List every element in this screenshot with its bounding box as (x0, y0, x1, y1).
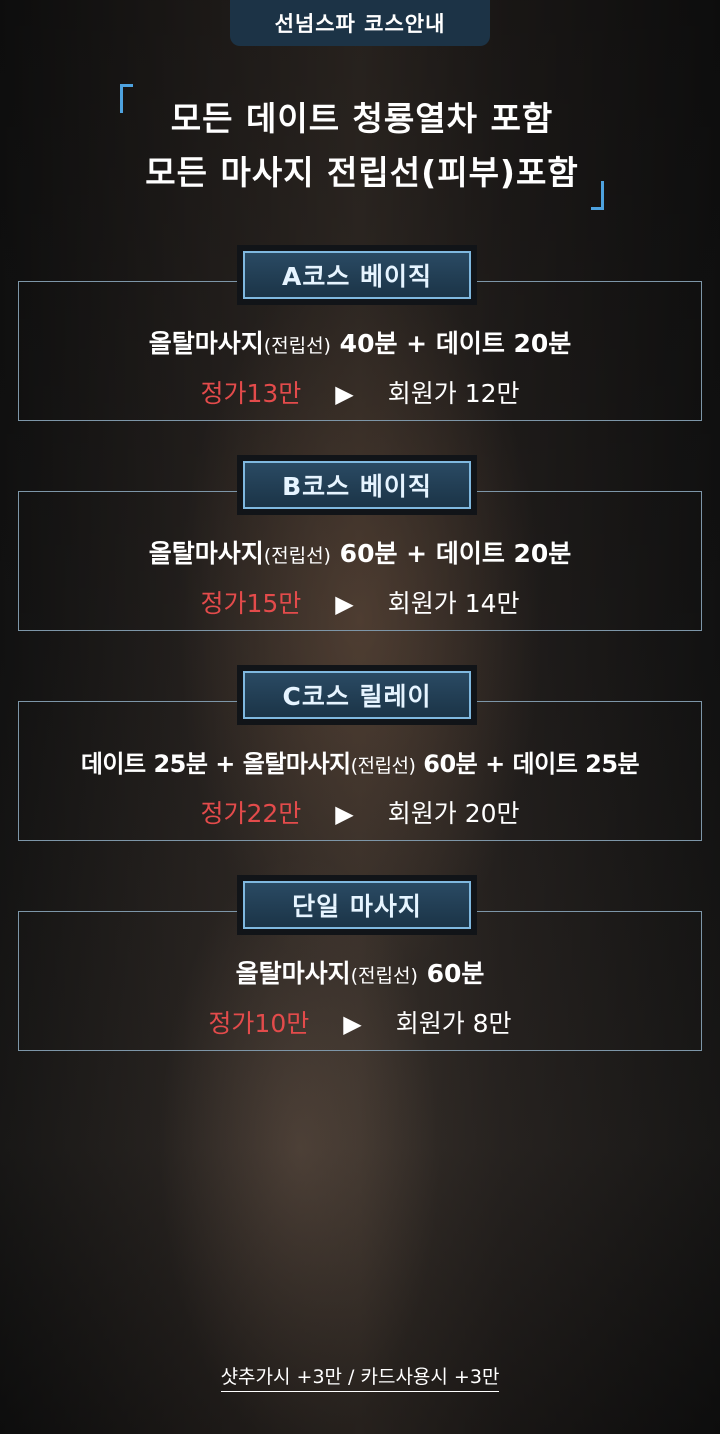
course-label: C코스 릴레이 (243, 671, 471, 719)
course-desc-paren: (전립선) (350, 755, 416, 777)
course-desc-rest: 60분 + 데이트 25분 (415, 750, 640, 778)
regular-price: 정가10만 (208, 1009, 310, 1038)
member-price: 회원가 12만 (387, 379, 520, 408)
course-desc-rest: 60분 + 데이트 20분 (330, 539, 572, 568)
course-card-single: 단일 마사지 올탈마사지(전립선) 60분 정가10만 ▶ 회원가 8만 (18, 881, 702, 1051)
course-label: B코스 베이직 (243, 461, 471, 509)
headline-block: 모든 데이트 청룡열차 포함 모든 마사지 전립선(피부)포함 (120, 84, 604, 210)
price-row: 정가22만 ▶ 회원가 20만 (19, 794, 701, 830)
price-row: 정가15만 ▶ 회원가 14만 (19, 584, 701, 620)
headline-line-1: 모든 데이트 청룡열차 포함 (170, 99, 554, 138)
price-row: 정가10만 ▶ 회원가 8만 (19, 1004, 701, 1040)
arrow-right-icon: ▶ (335, 800, 354, 828)
regular-price: 정가13만 (200, 379, 302, 408)
arrow-right-icon: ▶ (343, 1010, 362, 1038)
course-label: 단일 마사지 (243, 881, 471, 929)
course-card-a: A코스 베이직 올탈마사지(전립선) 40분 + 데이트 20분 정가13만 ▶ 회… (18, 251, 702, 421)
course-desc-rest: 40분 + 데이트 20분 (330, 329, 572, 358)
regular-price: 정가22만 (200, 799, 302, 828)
course-card-c: C코스 릴레이 데이트 25분 + 올탈마사지(전립선) 60분 + 데이트 2… (18, 671, 702, 841)
arrow-right-icon: ▶ (335, 590, 354, 618)
course-label: A코스 베이직 (243, 251, 471, 299)
member-price: 회원가 8만 (395, 1009, 512, 1038)
course-card-b: B코스 베이직 올탈마사지(전립선) 60분 + 데이트 20분 정가15만 ▶ 회… (18, 461, 702, 631)
regular-price: 정가15만 (200, 589, 302, 618)
extra-charge-note: 샷추가시 +3만 / 카드사용시 +3만 (220, 1366, 500, 1392)
page-title-tab: 선넘스파 코스안내 (230, 0, 490, 46)
member-price: 회원가 20만 (387, 799, 520, 828)
member-price: 회원가 14만 (387, 589, 520, 618)
price-row: 정가13만 ▶ 회원가 12만 (19, 374, 701, 410)
course-desc-main: 올탈마사지 (148, 539, 264, 568)
course-desc-paren: (전립선) (263, 545, 331, 567)
course-description: 올탈마사지(전립선) 60분 (19, 954, 701, 990)
course-desc-main: 올탈마사지 (148, 329, 264, 358)
page-title: 선넘스파 코스안내 (274, 12, 446, 36)
bracket-close-icon (591, 181, 604, 210)
course-desc-paren: (전립선) (263, 335, 331, 357)
course-desc-main: 올탈마사지 (235, 959, 351, 988)
course-description: 올탈마사지(전립선) 40분 + 데이트 20분 (19, 324, 701, 360)
course-desc-rest: 60분 (417, 959, 485, 988)
course-desc-paren: (전립선) (350, 965, 418, 987)
course-description: 데이트 25분 + 올탈마사지(전립선) 60분 + 데이트 25분 (19, 744, 701, 779)
course-desc-pre: 데이트 25분 + 올탈마사지 (80, 750, 351, 778)
footer-note: 샷추가시 +3만 / 카드사용시 +3만 (0, 1362, 720, 1392)
arrow-right-icon: ▶ (335, 380, 354, 408)
course-description: 올탈마사지(전립선) 60분 + 데이트 20분 (19, 534, 701, 570)
headline-line-2: 모든 마사지 전립선(피부)포함 (145, 153, 579, 192)
